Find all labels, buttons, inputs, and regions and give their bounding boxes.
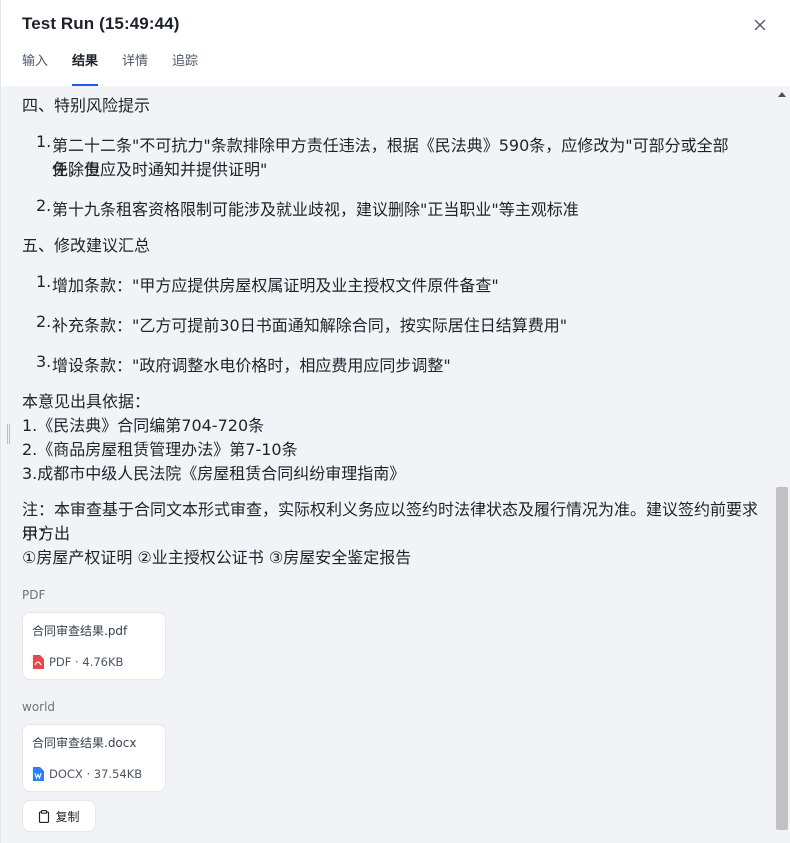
file-name: 合同审查结果.docx [32, 736, 137, 750]
file-group-label: PDF [22, 588, 46, 602]
list-number: 2. [36, 312, 52, 331]
basis-line: 2.《商品房屋租赁管理办法》第7-10条 [22, 440, 298, 459]
file-meta: DOCX · 37.54KB [32, 767, 142, 781]
file-meta: PDF · 4.76KB [32, 655, 123, 669]
list-text: 第十九条租客资格限制可能涉及就业歧视，建议删除"正当职业"等主观标准 [52, 200, 579, 219]
close-icon [754, 19, 766, 31]
panel-title: Test Run (15:49:44) [22, 14, 180, 33]
scrollbar-thumb[interactable] [776, 487, 788, 830]
file-size: DOCX · 37.54KB [49, 767, 143, 781]
resize-handle[interactable] [7, 424, 10, 444]
scroll-up-arrow-icon[interactable] [777, 90, 787, 98]
list-text: 增加条款："甲方应提供房屋权属证明及业主授权文件原件备查" [52, 276, 499, 295]
tab-trace[interactable]: 追踪 [172, 52, 198, 86]
tab-details[interactable]: 详情 [122, 52, 148, 86]
docx-file-icon [33, 767, 44, 781]
file-size: PDF · 4.76KB [49, 655, 124, 669]
panel-header: Test Run (15:49:44) 输入 结果 详情 追踪 [1, 0, 790, 86]
tab-result[interactable]: 结果 [72, 52, 99, 86]
list-number: 1. [36, 132, 52, 151]
list-number: 2. [36, 196, 52, 215]
list-text: 补充条款："乙方可提前30日书面通知解除合同，按实际居住日结算费用" [52, 316, 568, 335]
note-text: ①房屋产权证明 ②业主授权公证书 ③房屋安全鉴定报告 [22, 548, 412, 567]
basis-line: 3.成都市中级人民法院《房屋租赁合同纠纷审理指南》 [22, 464, 406, 483]
note-text: 示： [22, 524, 55, 543]
tab-input[interactable]: 输入 [22, 52, 48, 86]
list-text: 增设条款："政府调整水电价格时，相应费用应同步调整" [52, 356, 451, 375]
test-run-panel: Test Run (15:49:44) 输入 结果 详情 追踪 四、特别风险提示… [0, 0, 790, 843]
section-title-risk: 四、特别风险提示 [22, 96, 151, 115]
basis-title: 本意见出具依据： [22, 392, 151, 411]
list-text: 任，但应及时通知并提供证明" [52, 160, 268, 179]
copy-button[interactable]: 复制 [22, 800, 96, 832]
file-card-pdf[interactable]: 合同审查结果.pdf PDF · 4.76KB [22, 612, 166, 680]
copy-button-label: 复制 [55, 809, 80, 824]
list-number: 3. [36, 352, 52, 371]
file-name: 合同审查结果.pdf [32, 624, 128, 638]
file-group-label: world [22, 700, 56, 714]
list-number: 1. [36, 272, 52, 291]
pdf-file-icon [33, 655, 44, 669]
tab-bar: 输入 结果 详情 追踪 [22, 52, 222, 86]
close-button[interactable] [749, 14, 771, 36]
clipboard-icon [39, 809, 50, 823]
basis-line: 1.《民法典》合同编第704-720条 [22, 416, 265, 435]
section-title-suggestions: 五、修改建议汇总 [22, 236, 151, 255]
file-card-docx[interactable]: 合同审查结果.docx DOCX · 37.54KB [22, 724, 166, 792]
